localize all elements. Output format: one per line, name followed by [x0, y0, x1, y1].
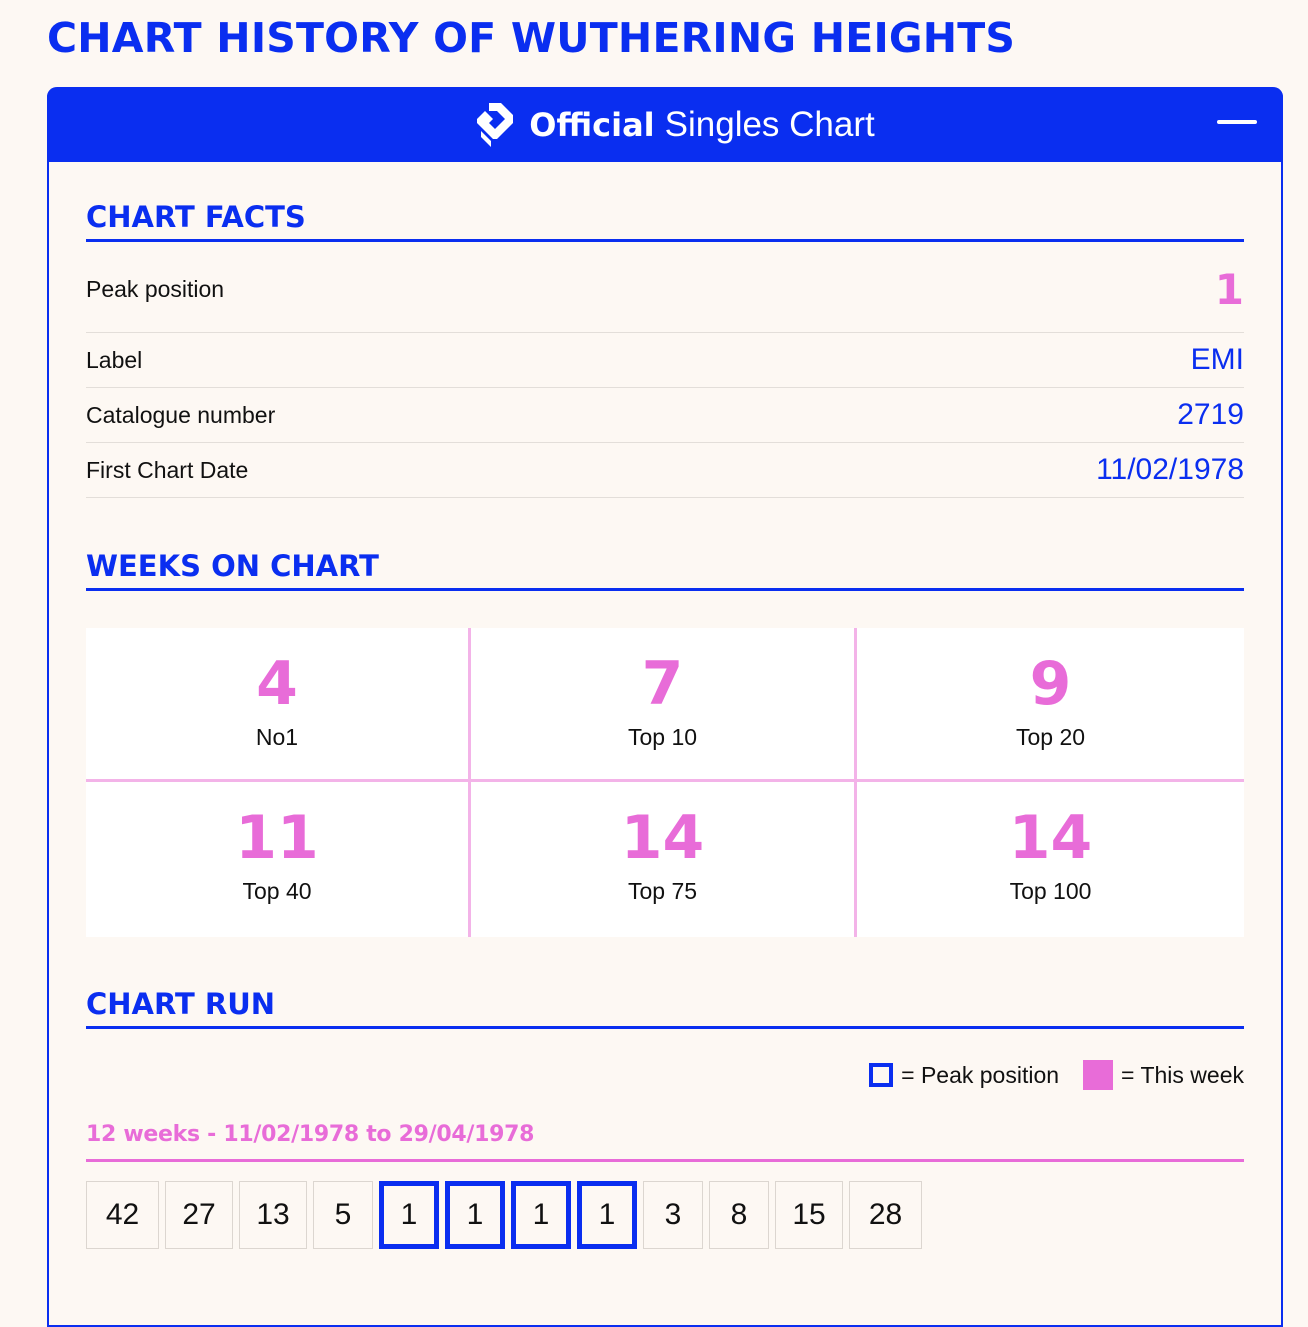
run-week-position[interactable]: 8: [709, 1181, 769, 1249]
run-week-position[interactable]: 3: [643, 1181, 703, 1249]
fact-label: First Chart Date: [86, 456, 249, 483]
chart-facts-list: Peak position 1 Label EMI Catalogue numb…: [86, 247, 1244, 498]
chart-facts-heading: CHART FACTS: [86, 199, 1244, 242]
week-stat-top20: 9 Top 20: [857, 628, 1244, 782]
week-stat-top100: 14 Top 100: [857, 782, 1244, 937]
brand-name: Official Singles Chart: [529, 105, 875, 145]
run-week-position[interactable]: 15: [775, 1181, 843, 1249]
weeks-on-chart-grid: 4 No1 7 Top 10 9 Top 20 11 Top 40 14 Top…: [86, 628, 1244, 937]
week-stat-value: 11: [235, 803, 319, 873]
fact-row-peak-position: Peak position 1: [86, 247, 1244, 333]
week-stat-label: Top 100: [1009, 878, 1092, 904]
legend-this-week: = This week: [1059, 1060, 1244, 1090]
week-stat-value: 7: [641, 649, 684, 719]
week-stat-top10: 7 Top 10: [471, 628, 857, 782]
page-title: CHART HISTORY OF WUTHERING HEIGHTS: [47, 14, 1016, 62]
run-week-position-peak[interactable]: 1: [445, 1181, 505, 1249]
this-week-square-icon: [1083, 1060, 1114, 1090]
week-stat-label: Top 75: [627, 878, 698, 904]
week-stat-label: Top 20: [1015, 724, 1086, 750]
chart-run-legend: = Peak position = This week: [869, 1060, 1244, 1090]
minus-icon[interactable]: [1217, 120, 1257, 124]
week-stat-top40: 11 Top 40: [86, 782, 471, 937]
week-stat-top75: 14 Top 75: [471, 782, 857, 937]
fact-value-peak: 1: [1214, 265, 1244, 314]
run-week-position-peak[interactable]: 1: [379, 1181, 439, 1249]
week-stat-no1: 4 No1: [86, 628, 471, 782]
chart-run-positions: 42 27 13 5 1 1 1 1 3 8 15 28: [86, 1181, 922, 1249]
peak-square-icon: [869, 1063, 894, 1087]
week-stat-value: 9: [1029, 649, 1072, 719]
chart-run-heading: CHART RUN: [86, 986, 1244, 1029]
run-week-position[interactable]: 13: [239, 1181, 307, 1249]
chart-run-summary: 12 weeks - 11/02/1978 to 29/04/1978: [86, 1121, 1244, 1162]
run-week-position-peak[interactable]: 1: [577, 1181, 637, 1249]
run-week-position[interactable]: 42: [86, 1181, 159, 1249]
week-stat-value: 14: [1008, 803, 1093, 873]
fact-label: Catalogue number: [86, 401, 276, 428]
legend-peak: = Peak position: [869, 1062, 1059, 1089]
legend-this-week-label: = This week: [1121, 1061, 1244, 1088]
run-week-position[interactable]: 5: [313, 1181, 373, 1249]
fact-row-catalogue-number: Catalogue number 2719: [86, 388, 1244, 443]
fact-label: Label: [86, 346, 143, 373]
chart-panel: Official Singles Chart CHART FACTS Peak p…: [47, 87, 1283, 1327]
weeks-on-chart-heading: WEEKS ON CHART: [86, 548, 1244, 591]
week-stat-label: Top 40: [242, 878, 312, 904]
week-stat-label: Top 10: [627, 724, 698, 750]
brand-light: Singles Chart: [664, 104, 875, 144]
week-stat-value: 4: [256, 649, 298, 719]
brand: Official Singles Chart: [475, 101, 875, 149]
run-week-position[interactable]: 28: [849, 1181, 922, 1249]
week-stat-label: No1: [255, 724, 299, 750]
week-stat-value: 14: [620, 803, 705, 873]
legend-peak-label: = Peak position: [901, 1061, 1060, 1088]
run-week-position[interactable]: 27: [165, 1181, 233, 1249]
fact-value-label-link[interactable]: EMI: [1191, 343, 1244, 377]
fact-row-first-chart-date: First Chart Date 11/02/1978: [86, 443, 1244, 498]
brand-strong: Official: [529, 105, 655, 144]
panel-header[interactable]: Official Singles Chart: [47, 87, 1283, 162]
fact-value-catalogue: 2719: [1177, 398, 1244, 431]
fact-label: Peak position: [86, 276, 225, 302]
official-charts-logo-icon: [477, 102, 514, 147]
fact-row-label: Label EMI: [86, 333, 1244, 388]
fact-value-first-chart-date-link[interactable]: 11/02/1978: [1096, 453, 1244, 487]
run-week-position-peak[interactable]: 1: [511, 1181, 571, 1249]
